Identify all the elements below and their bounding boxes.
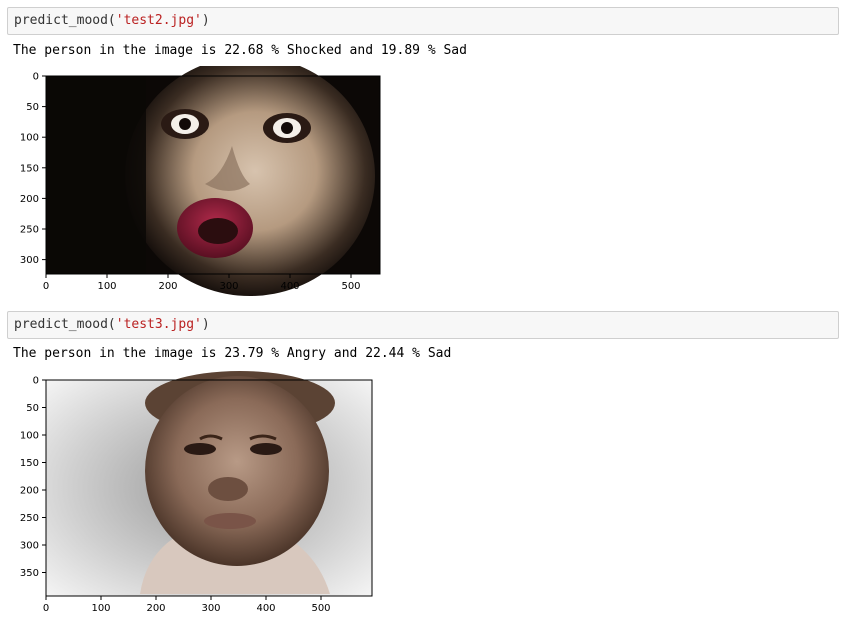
y-tick-label: 200 (20, 194, 39, 205)
cell-2-output-text: The person in the image is 23.79 % Angry… (13, 346, 452, 361)
x-axis-ticks: 0 100 200 300 400 500 (43, 596, 331, 614)
x-tick-label: 500 (311, 603, 330, 614)
code-line: predict_mood('test3.jpg') (14, 317, 210, 332)
function-name: predict_mood (14, 317, 108, 332)
x-tick-label: 400 (280, 281, 299, 292)
cell-1-output-text: The person in the image is 22.68 % Shock… (13, 43, 467, 58)
y-tick-label: 300 (20, 255, 39, 266)
cell-2-plot: 0 50 100 150 200 250 300 350 0 100 200 300 400 500 (20, 371, 373, 614)
function-name: predict_mood (14, 13, 108, 28)
code-cell-2-input[interactable]: predict_mood('test3.jpg') (7, 311, 839, 339)
string-argument: 'test3.jpg' (115, 317, 202, 332)
paren-close: ) (201, 317, 210, 332)
code-cell-1-input[interactable]: predict_mood('test2.jpg') (7, 7, 839, 35)
cell-1-plot: 0 50 100 150 200 250 300 0 100 200 300 400 500 (20, 66, 381, 296)
x-tick-label: 300 (219, 281, 238, 292)
y-axis-ticks: 0 50 100 150 200 250 300 350 (20, 376, 46, 579)
x-tick-label: 100 (91, 603, 110, 614)
x-tick-label: 300 (201, 603, 220, 614)
y-tick-label: 150 (20, 163, 39, 174)
string-argument: 'test2.jpg' (115, 13, 202, 28)
y-tick-label: 0 (33, 72, 39, 83)
y-tick-label: 250 (20, 513, 39, 524)
y-tick-label: 100 (20, 431, 39, 442)
x-tick-label: 400 (256, 603, 275, 614)
paren-open: ( (107, 13, 116, 28)
y-tick-label: 100 (20, 133, 39, 144)
x-tick-label: 500 (341, 281, 360, 292)
y-tick-label: 200 (20, 486, 39, 497)
x-tick-label: 0 (43, 281, 49, 292)
y-tick-label: 250 (20, 225, 39, 236)
paren-open: ( (107, 317, 116, 332)
x-tick-label: 200 (158, 281, 177, 292)
x-tick-label: 100 (97, 281, 116, 292)
plot-image-shocked-woman (46, 66, 380, 296)
y-axis-ticks: 0 50 100 150 200 250 300 (20, 72, 46, 266)
y-tick-label: 300 (20, 541, 39, 552)
paren-close: ) (201, 13, 210, 28)
x-tick-label: 200 (146, 603, 165, 614)
plot-image-boy (46, 371, 372, 596)
y-tick-label: 150 (20, 458, 39, 469)
code-line: predict_mood('test2.jpg') (14, 13, 210, 28)
y-tick-label: 50 (26, 403, 39, 414)
y-tick-label: 50 (26, 102, 39, 113)
y-tick-label: 0 (33, 376, 39, 387)
x-tick-label: 0 (43, 603, 49, 614)
y-tick-label: 350 (20, 568, 39, 579)
